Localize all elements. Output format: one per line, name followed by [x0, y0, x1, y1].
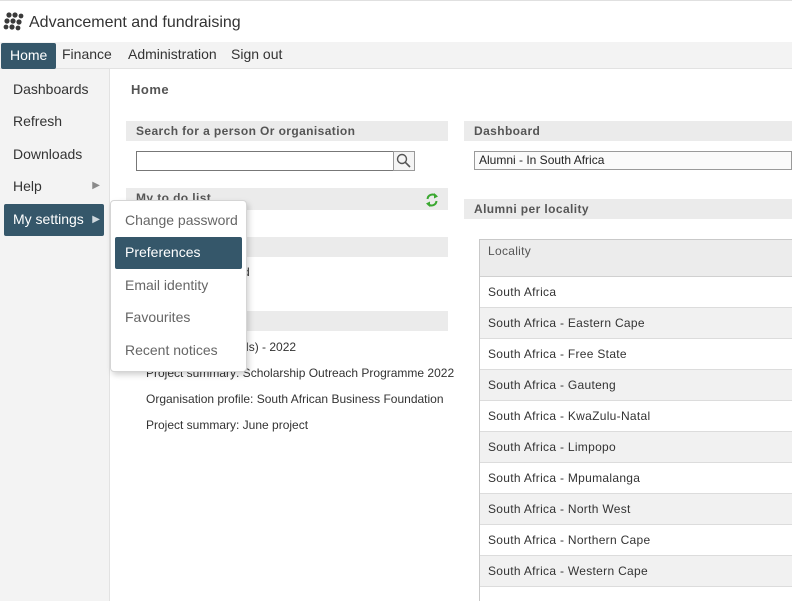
sidebar-item-refresh[interactable]: Refresh — [4, 107, 104, 137]
sidebar-item-label: Refresh — [13, 113, 63, 129]
locality-panel-header: Alumni per locality — [464, 199, 792, 219]
top-nav: Home Finance Administration Sign out — [0, 42, 792, 69]
submenu-arrow-icon: ▶ — [92, 214, 100, 225]
app-header: Advancement and fundraising — [0, 0, 792, 42]
nav-administration[interactable]: Administration — [128, 42, 217, 69]
locality-table: Locality South Africa South Africa - Eas… — [479, 239, 792, 601]
refresh-icon[interactable] — [425, 192, 439, 208]
menu-item-preferences[interactable]: Preferences — [115, 237, 242, 269]
search-panel-header: Search for a person Or organisation — [126, 121, 448, 141]
search-button[interactable] — [393, 151, 415, 171]
menu-item-recent-notices[interactable]: Recent notices — [115, 335, 242, 367]
table-row: South Africa - Gauteng — [480, 370, 792, 401]
table-row: South Africa - Eastern Cape — [480, 308, 792, 339]
submenu-arrow-icon: ▶ — [92, 180, 100, 191]
settings-dropdown-menu: Change password Preferences Email identi… — [110, 200, 247, 372]
app-title: Advancement and fundraising — [29, 14, 241, 31]
sidebar-item-label: My settings — [13, 211, 84, 227]
dashboard-select[interactable]: Alumni - In South Africa — [474, 151, 792, 170]
search-icon — [396, 153, 411, 168]
nav-finance[interactable]: Finance — [62, 42, 112, 69]
table-row: South Africa — [480, 277, 792, 308]
sidebar-item-dashboards[interactable]: Dashboards — [4, 75, 104, 105]
table-row: South Africa - KwaZulu-Natal — [480, 401, 792, 432]
table-row: South Africa - Free State — [480, 339, 792, 370]
menu-item-change-password[interactable]: Change password — [115, 205, 242, 237]
nav-sign-out[interactable]: Sign out — [231, 42, 282, 69]
menu-item-favourites[interactable]: Favourites — [115, 302, 242, 334]
page-title: Home — [131, 82, 170, 97]
recent-item-link[interactable]: Organisation profile: South African Busi… — [146, 392, 444, 406]
sidebar-item-downloads[interactable]: Downloads — [4, 140, 104, 170]
sidebar-item-help[interactable]: Help ▶ — [4, 172, 104, 202]
table-row: South Africa - Western Cape — [480, 556, 792, 587]
sidebar-item-label: Dashboards — [13, 81, 89, 97]
sidebar-item-my-settings[interactable]: My settings ▶ — [4, 204, 104, 236]
sidebar-item-label: Downloads — [13, 146, 83, 162]
search-input[interactable] — [136, 151, 394, 171]
dashboard-panel-header: Dashboard — [464, 121, 792, 141]
table-row: South Africa - Mpumalanga — [480, 463, 792, 494]
column-header-locality[interactable]: Locality — [480, 240, 792, 277]
recent-item-link[interactable]: Project summary: June project — [146, 418, 308, 432]
sidebar-item-label: Help — [13, 178, 42, 194]
table-row: South Africa - Limpopo — [480, 432, 792, 463]
app-logo-icon — [3, 12, 24, 31]
menu-item-email-identity[interactable]: Email identity — [115, 270, 242, 302]
sidebar: Dashboards Refresh Downloads Help ▶ My s… — [0, 69, 110, 601]
nav-home[interactable]: Home — [1, 43, 57, 69]
table-row: South Africa - Northern Cape — [480, 525, 792, 556]
table-row: South Africa - North West — [480, 494, 792, 525]
